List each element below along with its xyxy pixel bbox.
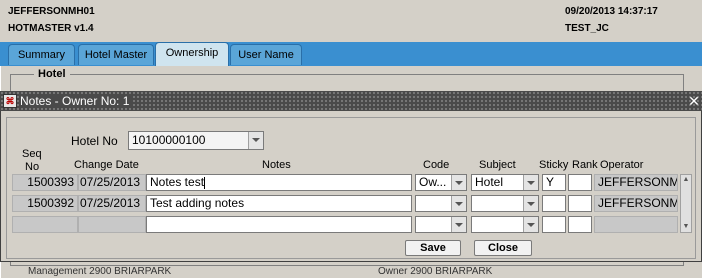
row-notes-input[interactable]: Notes test (146, 174, 412, 191)
management-address: Management 2900 BRIARPARK (28, 266, 172, 277)
row-operator: JEFFERSONM (594, 195, 678, 212)
col-seq: Seq (22, 148, 42, 160)
col-no: No (25, 161, 40, 173)
row-date (78, 216, 146, 233)
row-code-select[interactable] (415, 195, 467, 212)
tab-summary[interactable]: Summary (8, 44, 75, 65)
app-header: JEFFERSONMH01 HOTMASTER v1.4 09/20/2013 … (0, 0, 702, 43)
col-rank: Rank (572, 159, 598, 171)
chevron-down-icon[interactable] (248, 132, 263, 149)
dialog-title: Notes - Owner No: 1 (20, 94, 134, 108)
host-name: JEFFERSONMH01 (8, 6, 95, 17)
row-rank-field[interactable] (568, 216, 592, 233)
row-rank-field[interactable] (568, 174, 592, 191)
row-subject-value: Hotel (475, 175, 504, 189)
row-date: 07/25/2013 (78, 195, 146, 212)
row-operator: JEFFERSONM (594, 174, 678, 191)
row-code-select[interactable] (415, 216, 467, 233)
row-seq (12, 216, 78, 233)
hotel-no-value: 10100000100 (132, 133, 206, 147)
row-notes-value: Notes test (150, 175, 205, 189)
rows-scrollbar[interactable]: ▲ ▼ (680, 174, 692, 233)
col-notes: Notes (262, 159, 291, 171)
row-sticky-field[interactable]: Y (542, 174, 566, 191)
chevron-down-icon[interactable] (523, 196, 538, 211)
app-version: HOTMASTER v1.4 (8, 23, 94, 34)
col-operator: Operator (600, 159, 644, 171)
row-notes-input[interactable] (146, 216, 412, 233)
owner-address: Owner 2900 BRIARPARK (378, 266, 493, 277)
datetime: 09/20/2013 14:37:17 (565, 6, 658, 17)
tab-ownership[interactable]: Ownership (155, 42, 229, 66)
background-address-row: Management 2900 BRIARPARK Owner 2900 BRI… (0, 262, 702, 278)
row-subject-select[interactable] (471, 216, 539, 233)
tab-user-name[interactable]: User Name (230, 44, 302, 65)
save-button[interactable]: Save (405, 240, 461, 256)
user-id: TEST_JC (565, 23, 609, 34)
row-seq: 1500393 (12, 174, 78, 191)
col-sticky: Sticky (539, 159, 569, 171)
row-date: 07/25/2013 (78, 174, 146, 191)
hotel-no-label: Hotel No (71, 134, 118, 148)
row-notes-input[interactable]: Test adding notes (146, 195, 412, 212)
row-rank-field[interactable] (568, 195, 592, 212)
row-sticky-field[interactable] (542, 216, 566, 233)
row-code-value: Ow... (419, 175, 447, 189)
chevron-down-icon[interactable] (523, 217, 538, 232)
close-icon[interactable]: ✕ (686, 92, 702, 110)
row-operator (594, 216, 678, 233)
close-button[interactable]: Close (474, 240, 532, 256)
scroll-down-icon[interactable]: ▼ (682, 223, 690, 231)
hotel-no-select[interactable]: 10100000100 (128, 131, 264, 150)
hotel-section-label: Hotel (34, 68, 70, 80)
row-code-select[interactable]: Ow... (415, 174, 467, 191)
row-subject-select[interactable]: Hotel (471, 174, 539, 191)
text-caret (204, 176, 206, 189)
row-seq: 1500392 (12, 195, 78, 212)
col-change-date: Change Date (74, 159, 139, 171)
scroll-up-icon[interactable]: ▲ (682, 176, 690, 184)
col-subject: Subject (479, 159, 516, 171)
chevron-down-icon[interactable] (451, 217, 466, 232)
chevron-down-icon[interactable] (523, 175, 538, 190)
row-subject-select[interactable] (471, 195, 539, 212)
chevron-down-icon[interactable] (451, 175, 466, 190)
tab-hotel-master[interactable]: Hotel Master (78, 44, 154, 65)
row-sticky-field[interactable] (542, 195, 566, 212)
app-icon: ⌘ (3, 94, 17, 108)
chevron-down-icon[interactable] (451, 196, 466, 211)
dialog-titlebar[interactable]: Notes - Owner No: 1 (0, 91, 702, 111)
col-code: Code (423, 159, 450, 171)
